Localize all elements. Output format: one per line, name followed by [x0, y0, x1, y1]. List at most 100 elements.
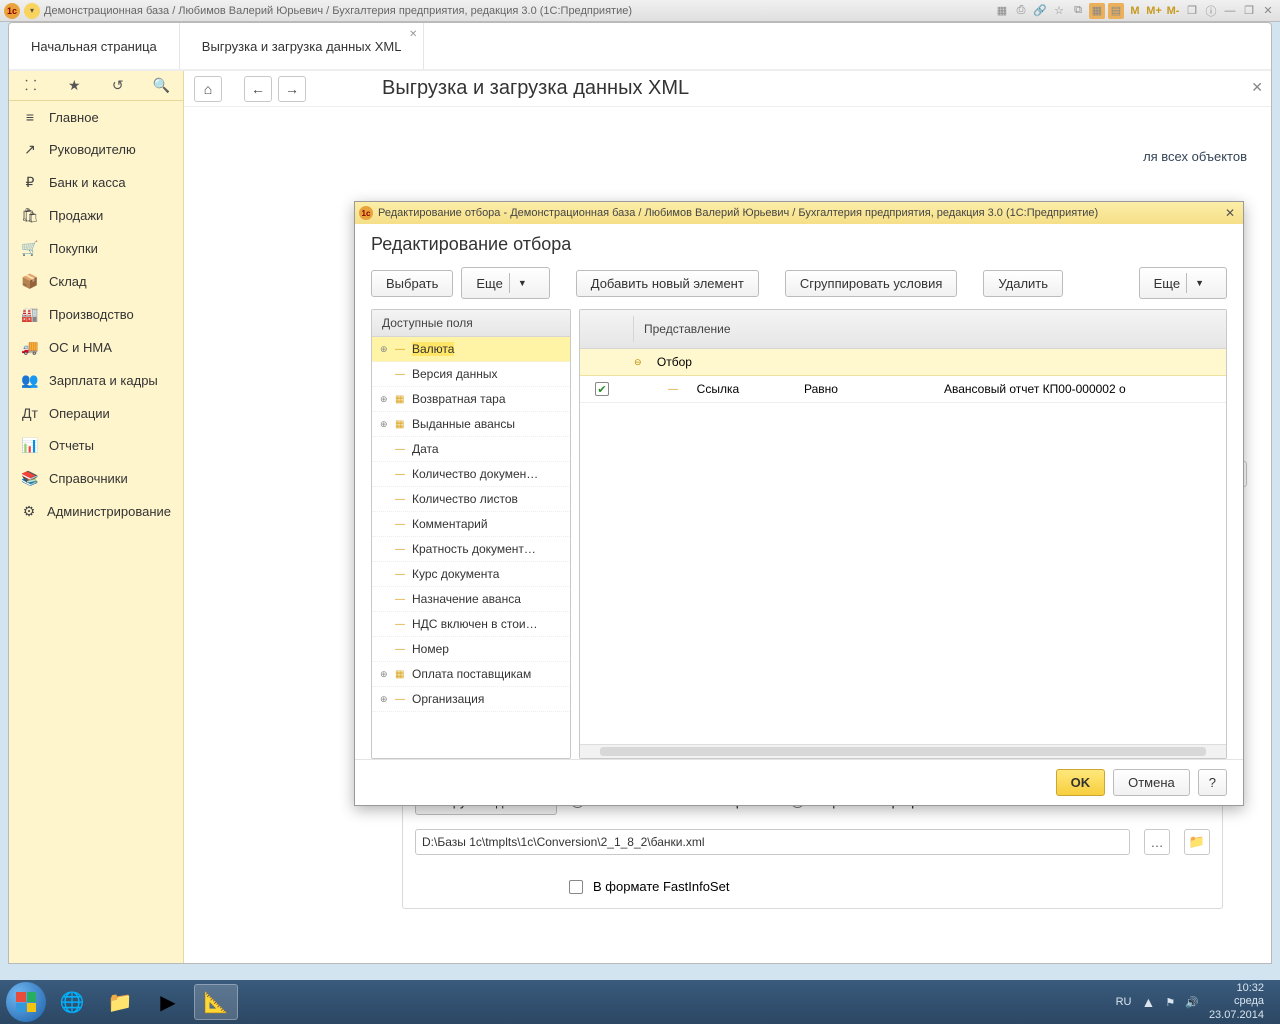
field-row[interactable]: ⊕▦Выданные авансы: [372, 412, 570, 437]
sidebar-label: ОС и НМА: [49, 340, 112, 355]
tray-lang[interactable]: RU: [1116, 996, 1132, 1008]
star-icon[interactable]: ☆: [1051, 3, 1067, 19]
titlebar-dropdown-icon[interactable]: ▾: [24, 3, 40, 19]
field-row[interactable]: —Курс документа: [372, 562, 570, 587]
sidebar-item[interactable]: 📦Склад: [9, 265, 183, 298]
path-input[interactable]: [415, 829, 1130, 855]
star-icon[interactable]: ★: [64, 77, 84, 94]
field-label: Номер: [412, 642, 449, 656]
sidebar-item[interactable]: 👥Зарплата и кадры: [9, 364, 183, 397]
m-minus-icon[interactable]: M-: [1165, 3, 1181, 19]
m-plus-icon[interactable]: M+: [1146, 3, 1162, 19]
field-tree[interactable]: ⊕—Валюта—Версия данных⊕▦Возвратная тара⊕…: [372, 337, 570, 758]
field-row[interactable]: —НДС включен в стои…: [372, 612, 570, 637]
dialog-close-icon[interactable]: ✕: [1221, 206, 1239, 220]
expand-icon[interactable]: ⊕: [380, 394, 390, 405]
more-button[interactable]: Еще▼: [1139, 267, 1227, 299]
sidebar-item[interactable]: ₽Банк и касса: [9, 166, 183, 199]
sidebar-item[interactable]: 📚Справочники: [9, 462, 183, 495]
sidebar-item[interactable]: ↗Руководителю: [9, 133, 183, 166]
type-icon: ▦: [395, 669, 407, 680]
ok-button[interactable]: OK: [1056, 769, 1106, 796]
group-conditions-button[interactable]: Сгруппировать условия: [785, 270, 958, 297]
task-1c-icon[interactable]: 📐: [194, 984, 238, 1020]
grid-icon[interactable]: ⸬: [21, 76, 41, 95]
titlebar: 1c ▾ Демонстрационная база / Любимов Вал…: [0, 0, 1280, 22]
close-icon[interactable]: ✕: [1260, 3, 1276, 19]
sidebar-item[interactable]: ⚙Администрирование: [9, 495, 183, 528]
calc-icon[interactable]: ▤: [1108, 3, 1124, 19]
sidebar-item[interactable]: ДтОперации: [9, 397, 183, 429]
filter-group-row[interactable]: ⊖ Отбор: [580, 349, 1226, 376]
minimize-icon[interactable]: —: [1222, 3, 1238, 19]
checkbox-fastinfoset[interactable]: [569, 880, 583, 894]
field-label: Возвратная тара: [412, 392, 506, 406]
tray-action-icon[interactable]: ⚑: [1165, 996, 1175, 1009]
forward-icon[interactable]: →: [278, 76, 306, 102]
tb-icon[interactable]: 🔗: [1032, 3, 1048, 19]
expand-icon[interactable]: ⊕: [380, 419, 390, 430]
sidebar-item[interactable]: 🏭Производство: [9, 298, 183, 331]
search-icon[interactable]: 🔍: [151, 77, 171, 94]
tray-flag-icon[interactable]: ▲: [1142, 994, 1156, 1010]
field-row[interactable]: —Комментарий: [372, 512, 570, 537]
info-icon[interactable]: ⓘ: [1203, 3, 1219, 19]
choose-button[interactable]: Выбрать: [371, 270, 453, 297]
sidebar-item[interactable]: ≡Главное: [9, 101, 183, 133]
tray-clock[interactable]: 10:32 среда 23.07.2014: [1209, 982, 1264, 1022]
dialog-heading: Редактирование отбора: [355, 224, 1243, 267]
sidebar-icon: 🏭: [21, 306, 39, 323]
sidebar-item[interactable]: 🛒Покупки: [9, 232, 183, 265]
condition-row[interactable]: — Ссылка Равно Авансовый отчет КП00-0000…: [580, 376, 1226, 403]
type-icon: ▦: [395, 394, 407, 405]
sidebar-item[interactable]: 🛍Продажи: [9, 199, 183, 232]
field-row[interactable]: —Дата: [372, 437, 570, 462]
tab-close-icon[interactable]: ✕: [409, 29, 417, 40]
cond-field: Ссылка: [697, 382, 739, 396]
expand-icon[interactable]: ⊕: [380, 344, 390, 355]
expand-icon[interactable]: ⊕: [380, 669, 390, 680]
field-row[interactable]: —Кратность документ…: [372, 537, 570, 562]
field-row[interactable]: ⊕ ▦ Возвратная тара: [372, 387, 570, 412]
help-button[interactable]: ?: [1198, 769, 1227, 796]
field-row[interactable]: ⊕—Организация: [372, 687, 570, 712]
field-row[interactable]: —Количество докумен…: [372, 462, 570, 487]
task-ie-icon[interactable]: 🌐: [50, 984, 94, 1020]
calendar-icon[interactable]: ▦: [1089, 3, 1105, 19]
m-icon[interactable]: M: [1127, 3, 1143, 19]
windows-icon[interactable]: ❐: [1184, 3, 1200, 19]
home-icon[interactable]: ⌂: [194, 76, 222, 102]
start-button[interactable]: [6, 982, 46, 1022]
expand-icon[interactable]: ⊕: [380, 694, 390, 705]
tab-home[interactable]: Начальная страница: [9, 23, 180, 69]
tb-icon[interactable]: ⧉: [1070, 3, 1086, 19]
page-close-icon[interactable]: ✕: [1251, 79, 1263, 96]
history-icon[interactable]: ↺: [108, 77, 128, 94]
path-browse-icon[interactable]: …: [1144, 829, 1170, 855]
add-element-button[interactable]: Добавить новый элемент: [576, 270, 759, 297]
field-row[interactable]: —Количество листов: [372, 487, 570, 512]
task-media-icon[interactable]: ▶: [146, 984, 190, 1020]
sidebar-label: Администрирование: [47, 504, 171, 519]
tb-icon[interactable]: ⎙: [1013, 3, 1029, 19]
task-explorer-icon[interactable]: 📁: [98, 984, 142, 1020]
field-row[interactable]: ⊕▦Оплата поставщикам: [372, 662, 570, 687]
field-row[interactable]: —Назначение аванса: [372, 587, 570, 612]
maximize-icon[interactable]: ❐: [1241, 3, 1257, 19]
tray-volume-icon[interactable]: 🔊: [1185, 996, 1199, 1009]
app-window: Начальная страница Выгрузка и загрузка д…: [8, 22, 1272, 964]
sidebar-item[interactable]: 🚚ОС и НМА: [9, 331, 183, 364]
field-row[interactable]: ⊕—Валюта: [372, 337, 570, 362]
more-button[interactable]: Еще▼: [461, 267, 549, 299]
sidebar-item[interactable]: 📊Отчеты: [9, 429, 183, 462]
field-row[interactable]: —Номер: [372, 637, 570, 662]
path-open-icon[interactable]: 📁: [1184, 829, 1210, 855]
field-row[interactable]: —Версия данных: [372, 362, 570, 387]
condition-checkbox[interactable]: [595, 382, 609, 396]
tab-xml[interactable]: Выгрузка и загрузка данных XML ✕: [180, 23, 425, 69]
delete-button[interactable]: Удалить: [983, 270, 1063, 297]
cancel-button[interactable]: Отмена: [1113, 769, 1190, 796]
h-scrollbar[interactable]: [580, 744, 1226, 758]
back-icon[interactable]: ←: [244, 76, 272, 102]
tb-icon[interactable]: ▦: [994, 3, 1010, 19]
